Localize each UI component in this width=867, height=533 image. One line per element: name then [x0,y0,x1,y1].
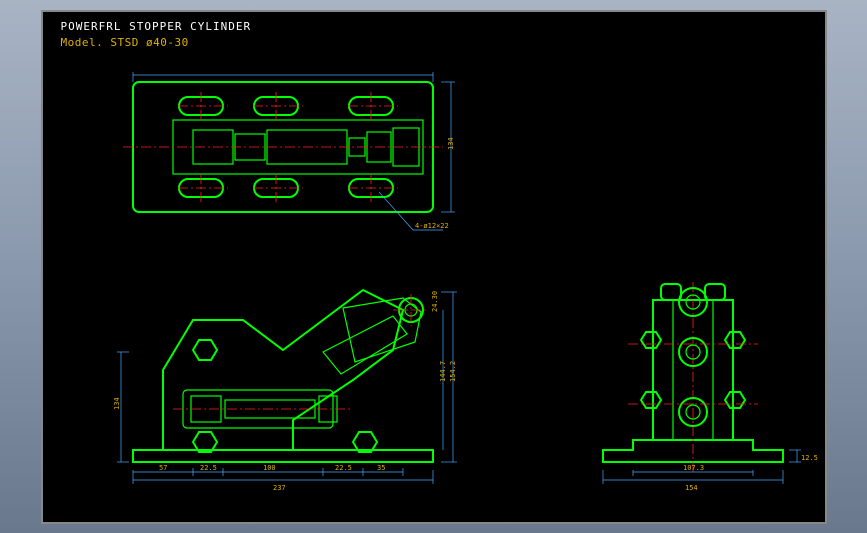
svg-text:4-ø12×22: 4-ø12×22 [415,222,449,230]
cad-drawing-canvas[interactable]: POWERFRL STOPPER CYLINDER Model. STSD ø4… [41,10,827,524]
svg-text:237: 237 [273,484,286,492]
svg-text:22.5: 22.5 [200,464,217,472]
top-view: 4-ø12×22 134 [123,72,455,230]
svg-text:107.3: 107.3 [683,464,704,472]
svg-text:100: 100 [263,464,276,472]
svg-text:154.2: 154.2 [449,360,457,381]
svg-text:35: 35 [377,464,385,472]
svg-text:12.5: 12.5 [801,454,818,462]
svg-text:154: 154 [685,484,698,492]
drawing-svg: 4-ø12×22 134 57 22.5 100 22.5 35 237 154… [43,12,825,522]
end-view: 107.3 154 12.5 [603,282,818,492]
front-view: 57 22.5 100 22.5 35 237 154.2 144.7 24.3… [113,290,457,492]
svg-text:24.30: 24.30 [431,290,439,311]
svg-text:134: 134 [113,397,121,410]
svg-text:22.5: 22.5 [335,464,352,472]
svg-text:57: 57 [159,464,167,472]
svg-text:144.7: 144.7 [439,360,447,381]
svg-text:134: 134 [447,137,455,150]
